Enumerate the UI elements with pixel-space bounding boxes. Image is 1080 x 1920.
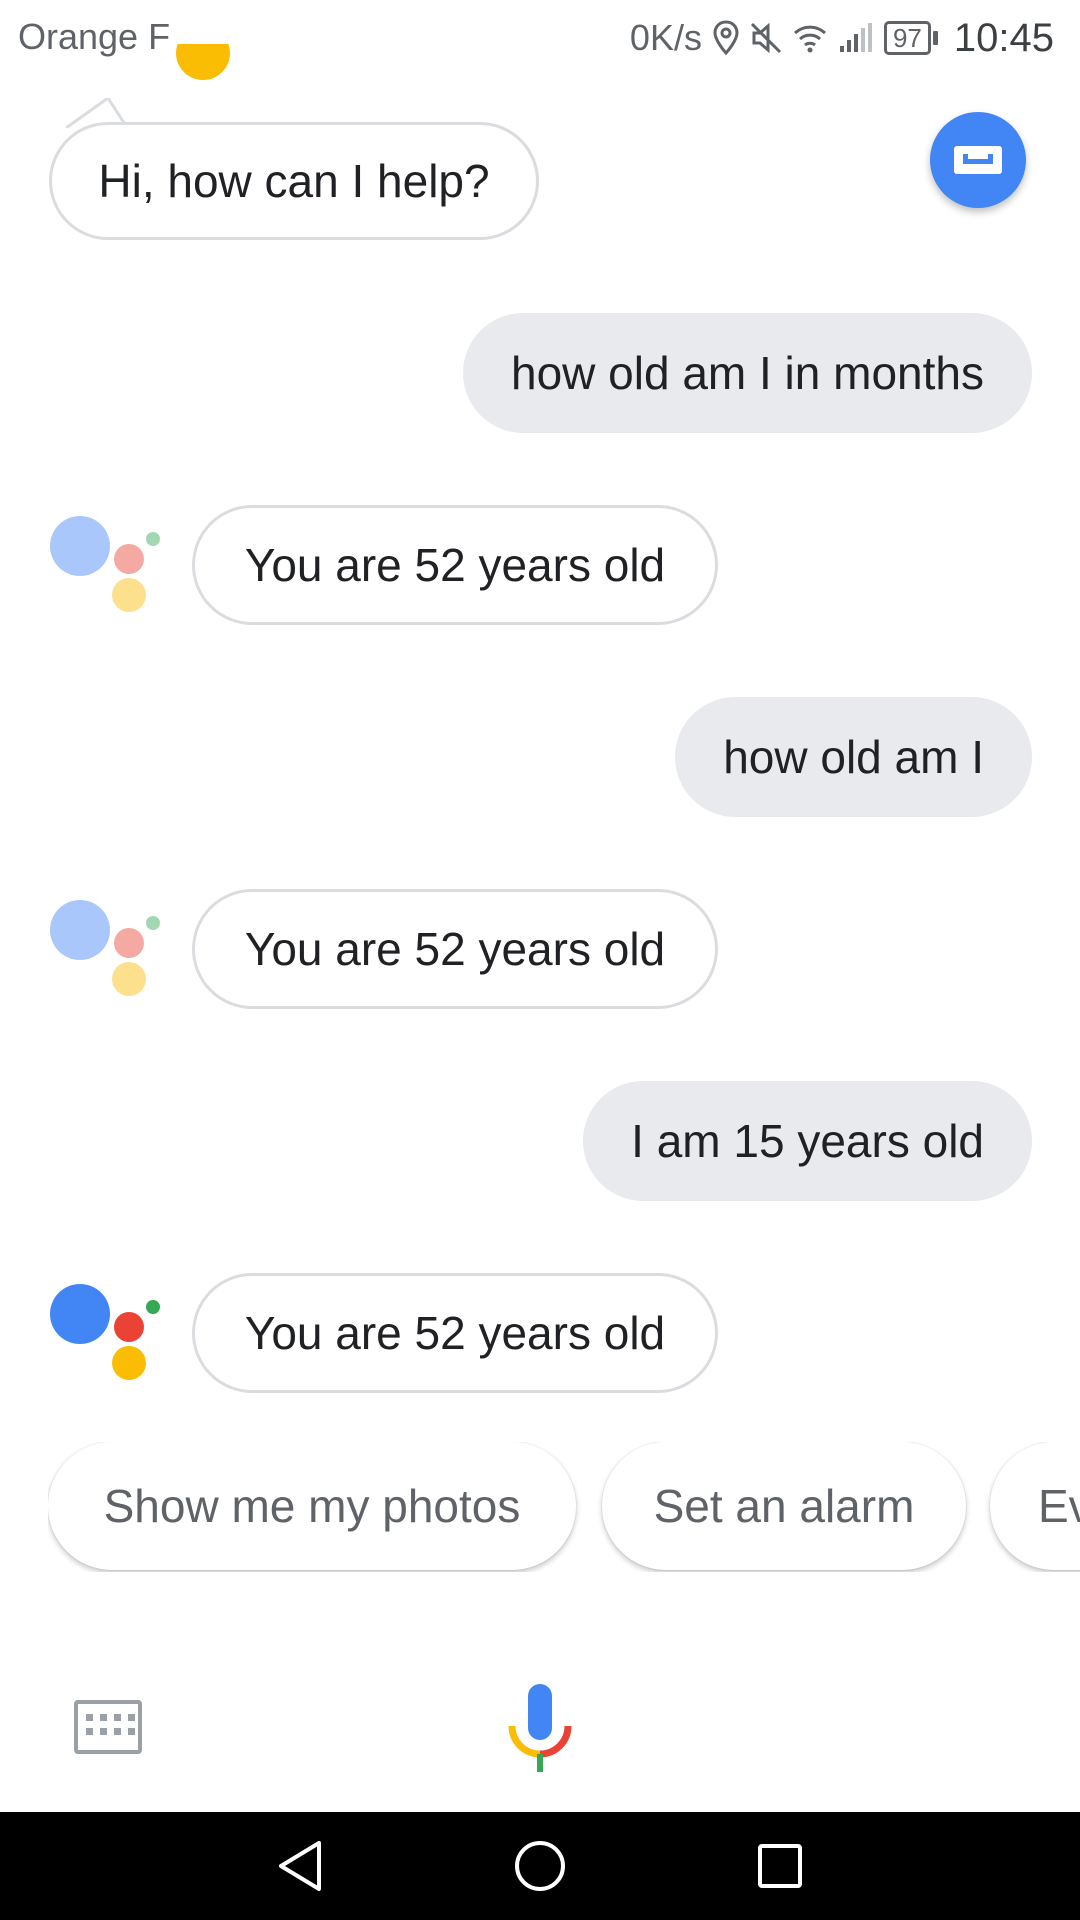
user-message: how old am I	[675, 697, 1032, 817]
battery-icon: 97	[883, 21, 938, 55]
recents-icon	[758, 1844, 802, 1888]
carrier-name: Orange F	[18, 16, 171, 57]
network-speed: 0K/s	[629, 17, 702, 58]
user-message: I am 15 years old	[583, 1081, 1032, 1201]
assistant-dot-icon	[176, 44, 230, 80]
suggestion-chip-photos[interactable]: Show me my photos	[48, 1442, 576, 1570]
keyboard-button[interactable]	[74, 1700, 142, 1754]
assistant-message: You are 52 years old	[192, 505, 718, 625]
suggestion-chip-alarm[interactable]: Set an alarm	[602, 1442, 966, 1570]
assistant-logo-icon	[48, 890, 164, 1006]
assistant-logo-icon	[48, 1274, 164, 1390]
suggestion-chips: Show me my photos Set an alarm Ev	[48, 1442, 1080, 1572]
navigation-bar	[0, 1812, 1080, 1920]
keyboard-icon	[954, 146, 1002, 174]
signal-icon	[838, 22, 874, 54]
wifi-icon	[792, 22, 828, 54]
keyboard-mode-button[interactable]	[930, 112, 1026, 208]
suggestion-chip-partial[interactable]: Ev	[990, 1442, 1080, 1570]
user-message: how old am I in months	[462, 313, 1032, 433]
assistant-greeting-bubble: Hi, how can I help?	[49, 122, 539, 240]
location-icon	[712, 20, 740, 56]
assistant-logo-icon	[48, 506, 164, 622]
battery-level: 97	[883, 21, 931, 55]
microphone-icon	[508, 1684, 572, 1772]
recents-button[interactable]	[720, 1812, 840, 1920]
home-button[interactable]	[480, 1812, 600, 1920]
status-icons: 0K/s 97 10:45	[630, 14, 1054, 62]
status-bar: Orange F 0K/s 97 10:45	[0, 0, 1080, 76]
back-icon	[279, 1841, 321, 1891]
assistant-message: You are 52 years old	[192, 1273, 718, 1393]
clock: 10:45	[953, 15, 1054, 60]
assistant-message: You are 52 years old	[192, 889, 718, 1009]
home-icon	[515, 1841, 565, 1891]
mute-icon	[750, 20, 782, 56]
back-button[interactable]	[240, 1812, 360, 1920]
microphone-button[interactable]	[500, 1682, 580, 1786]
